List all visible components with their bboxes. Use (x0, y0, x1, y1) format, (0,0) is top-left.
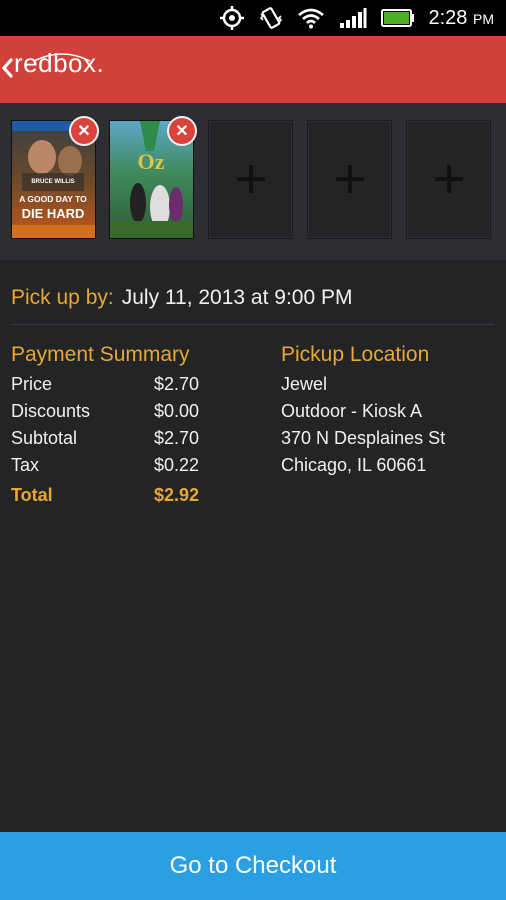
pickup-label: Pick up by: (11, 286, 114, 309)
clock: 2:28 PM (428, 6, 495, 29)
poster-mark: Oz (138, 149, 165, 174)
remove-movie-2-button[interactable]: ✕ (169, 118, 195, 144)
plus-icon (336, 165, 364, 193)
tax-label: Tax (11, 455, 40, 475)
go-to-checkout-button[interactable]: Go to Checkout (0, 832, 506, 900)
add-movie-slot[interactable] (208, 120, 293, 239)
pickup-time: Pick up by: July 11, 2013 at 9:00 PM (11, 286, 352, 310)
movie-tray: BRUCE WILLIS A GOOD DAY TO DIE HARD ✕ Oz (0, 103, 506, 260)
pickup-location-title: Pickup Location (281, 343, 430, 366)
wifi-icon (297, 8, 324, 29)
discounts-value: $0.00 (154, 401, 200, 421)
location-line: Chicago, IL 60661 (281, 455, 427, 475)
location-line: Outdoor - Kiosk A (281, 401, 423, 421)
pickup-value: July 11, 2013 at 9:00 PM (121, 286, 353, 309)
poster-line2: DIE HARD (22, 206, 85, 221)
poster-top-text: BRUCE WILLIS (31, 179, 74, 185)
location-line: 370 N Desplaines St (281, 428, 446, 448)
price-label: Price (11, 374, 53, 394)
location-line: Jewel (281, 374, 328, 394)
gps-icon (219, 6, 244, 30)
tax-value: $0.22 (154, 455, 200, 475)
app-bar: redbox. (0, 36, 506, 103)
checkout-label: Go to Checkout (169, 852, 337, 879)
status-bar: 2:28 PM (0, 0, 506, 36)
subtotal-label: Subtotal (11, 428, 78, 448)
back-chevron-icon[interactable] (0, 55, 14, 81)
total-label: Total (11, 485, 53, 505)
add-movie-slot[interactable] (406, 120, 491, 239)
price-value: $2.70 (154, 374, 200, 394)
remove-movie-1-button[interactable]: ✕ (71, 118, 97, 144)
redbox-logo[interactable]: redbox. (14, 48, 104, 79)
payment-summary-title: Payment Summary (11, 343, 190, 366)
discounts-label: Discounts (11, 401, 91, 421)
divider (11, 324, 494, 325)
add-movie-slot[interactable] (307, 120, 392, 239)
poster-line1: A GOOD DAY TO (19, 194, 87, 204)
plus-icon (237, 165, 265, 193)
total-value: $2.92 (154, 485, 200, 505)
signal-icon (339, 8, 366, 28)
vibrate-icon (259, 7, 282, 29)
subtotal-value: $2.70 (154, 428, 200, 448)
battery-icon (380, 9, 414, 27)
plus-icon (435, 165, 463, 193)
